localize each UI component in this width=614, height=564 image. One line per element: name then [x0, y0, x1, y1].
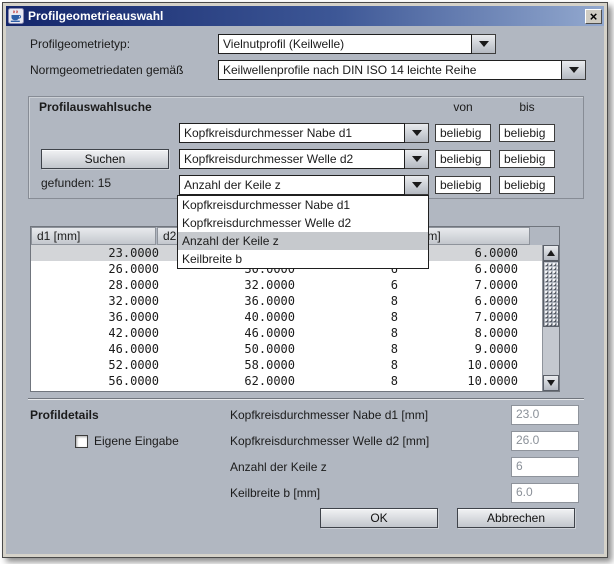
- criterion-3-bis-input[interactable]: beliebig: [499, 176, 555, 194]
- table-row[interactable]: 42.000046.000088.0000: [31, 325, 559, 341]
- normgeometriedaten-label: Normgeometriedaten gemäß: [30, 60, 183, 80]
- popup-item[interactable]: Kopfkreisdurchmesser Nabe d1: [178, 196, 428, 214]
- suchen-button[interactable]: Suchen: [41, 149, 169, 169]
- eigene-eingabe-label: Eigene Eingabe: [94, 431, 179, 451]
- chevron-down-icon: [412, 182, 422, 188]
- scroll-up-button[interactable]: [543, 245, 559, 261]
- search-panel-title: Profilauswahlsuche: [39, 97, 152, 117]
- table-row[interactable]: 52.000058.0000810.0000: [31, 357, 559, 373]
- detail-b-label: Keilbreite b [mm]: [230, 483, 320, 503]
- java-coffee-icon: [8, 8, 24, 24]
- profilgeometrietyp-dropdown-button[interactable]: [472, 34, 496, 54]
- arrow-up-icon: [547, 250, 555, 256]
- detail-d1-field[interactable]: 23.0: [511, 405, 579, 425]
- table-row[interactable]: 46.000050.000089.0000: [31, 341, 559, 357]
- chevron-down-icon: [412, 130, 422, 136]
- scrollbar-thumb[interactable]: [543, 261, 559, 327]
- criterion-3-value: Anzahl der Keile z: [179, 175, 405, 195]
- title-bar[interactable]: Profilgeometrieauswahl ×: [6, 6, 604, 26]
- eigene-eingabe-checkbox[interactable]: [75, 435, 88, 448]
- chevron-down-icon: [479, 41, 489, 47]
- von-column-header: von: [435, 97, 491, 117]
- criterion-2-von-input[interactable]: beliebig: [435, 150, 491, 168]
- criterion-3-dropdown-button[interactable]: [405, 175, 429, 195]
- normgeometriedaten-value: Keilwellenprofile nach DIN ISO 14 leicht…: [218, 60, 562, 80]
- bis-column-header: bis: [499, 97, 555, 117]
- criterion-1-dropdown-button[interactable]: [405, 123, 429, 143]
- detail-b-field[interactable]: 6.0: [511, 483, 579, 503]
- criterion-2-value: Kopfkreisdurchmesser Welle d2: [179, 149, 405, 169]
- chevron-down-icon: [412, 156, 422, 162]
- cancel-button[interactable]: Abbrechen: [457, 508, 575, 528]
- criterion-2-combobox[interactable]: Kopfkreisdurchmesser Welle d2: [179, 149, 429, 169]
- details-separator: [28, 398, 584, 400]
- criterion-dropdown-popup: Kopfkreisdurchmesser Nabe d1 Kopfkreisdu…: [177, 195, 429, 269]
- criterion-2-bis-input[interactable]: beliebig: [499, 150, 555, 168]
- popup-item[interactable]: Keilbreite b: [178, 250, 428, 268]
- detail-d1-label: Kopfkreisdurchmesser Nabe d1 [mm]: [230, 405, 428, 425]
- scroll-down-button[interactable]: [543, 375, 559, 391]
- dialog-content: Profilgeometrietyp: Vielnutprofil (Keilw…: [6, 26, 604, 554]
- normgeometriedaten-dropdown-button[interactable]: [562, 60, 586, 80]
- criterion-3-combobox[interactable]: Anzahl der Keile z: [179, 175, 429, 195]
- criterion-1-von-input[interactable]: beliebig: [435, 124, 491, 142]
- table-row[interactable]: 56.000062.0000810.0000: [31, 373, 559, 389]
- criterion-1-bis-input[interactable]: beliebig: [499, 124, 555, 142]
- table-row[interactable]: 28.000032.000067.0000: [31, 277, 559, 293]
- criterion-3-von-input[interactable]: beliebig: [435, 176, 491, 194]
- dialog-window: Profilgeometrieauswahl × Profilgeometrie…: [2, 2, 608, 558]
- profildetails-title: Profildetails: [30, 405, 99, 425]
- chevron-down-icon: [569, 67, 579, 73]
- detail-z-label: Anzahl der Keile z: [230, 457, 327, 477]
- table-row[interactable]: 32.000036.000086.0000: [31, 293, 559, 309]
- criterion-2-dropdown-button[interactable]: [405, 149, 429, 169]
- close-icon[interactable]: ×: [585, 9, 602, 24]
- criterion-1-value: Kopfkreisdurchmesser Nabe d1: [179, 123, 405, 143]
- detail-d2-field[interactable]: 26.0: [511, 431, 579, 451]
- normgeometriedaten-combobox[interactable]: Keilwellenprofile nach DIN ISO 14 leicht…: [218, 60, 586, 80]
- profilauswahlsuche-panel: Profilauswahlsuche von bis Suchen gefund…: [28, 96, 584, 199]
- profilgeometrietyp-label: Profilgeometrietyp:: [30, 34, 130, 54]
- vertical-scrollbar[interactable]: [542, 245, 559, 391]
- criterion-1-combobox[interactable]: Kopfkreisdurchmesser Nabe d1: [179, 123, 429, 143]
- popup-item[interactable]: Kopfkreisdurchmesser Welle d2: [178, 214, 428, 232]
- arrow-down-icon: [547, 380, 555, 386]
- detail-d2-label: Kopfkreisdurchmesser Welle d2 [mm]: [230, 431, 429, 451]
- window-title: Profilgeometrieauswahl: [28, 9, 163, 23]
- table-row[interactable]: 36.000040.000087.0000: [31, 309, 559, 325]
- ok-button[interactable]: OK: [320, 508, 438, 528]
- gefunden-count-label: gefunden: 15: [41, 173, 111, 193]
- profilgeometrietyp-value: Vielnutprofil (Keilwelle): [218, 34, 472, 54]
- column-header-d1[interactable]: d1 [mm]: [31, 227, 156, 245]
- detail-z-field[interactable]: 6: [511, 457, 579, 477]
- popup-item-selected[interactable]: Anzahl der Keile z: [178, 232, 428, 250]
- profilgeometrietyp-combobox[interactable]: Vielnutprofil (Keilwelle): [218, 34, 496, 54]
